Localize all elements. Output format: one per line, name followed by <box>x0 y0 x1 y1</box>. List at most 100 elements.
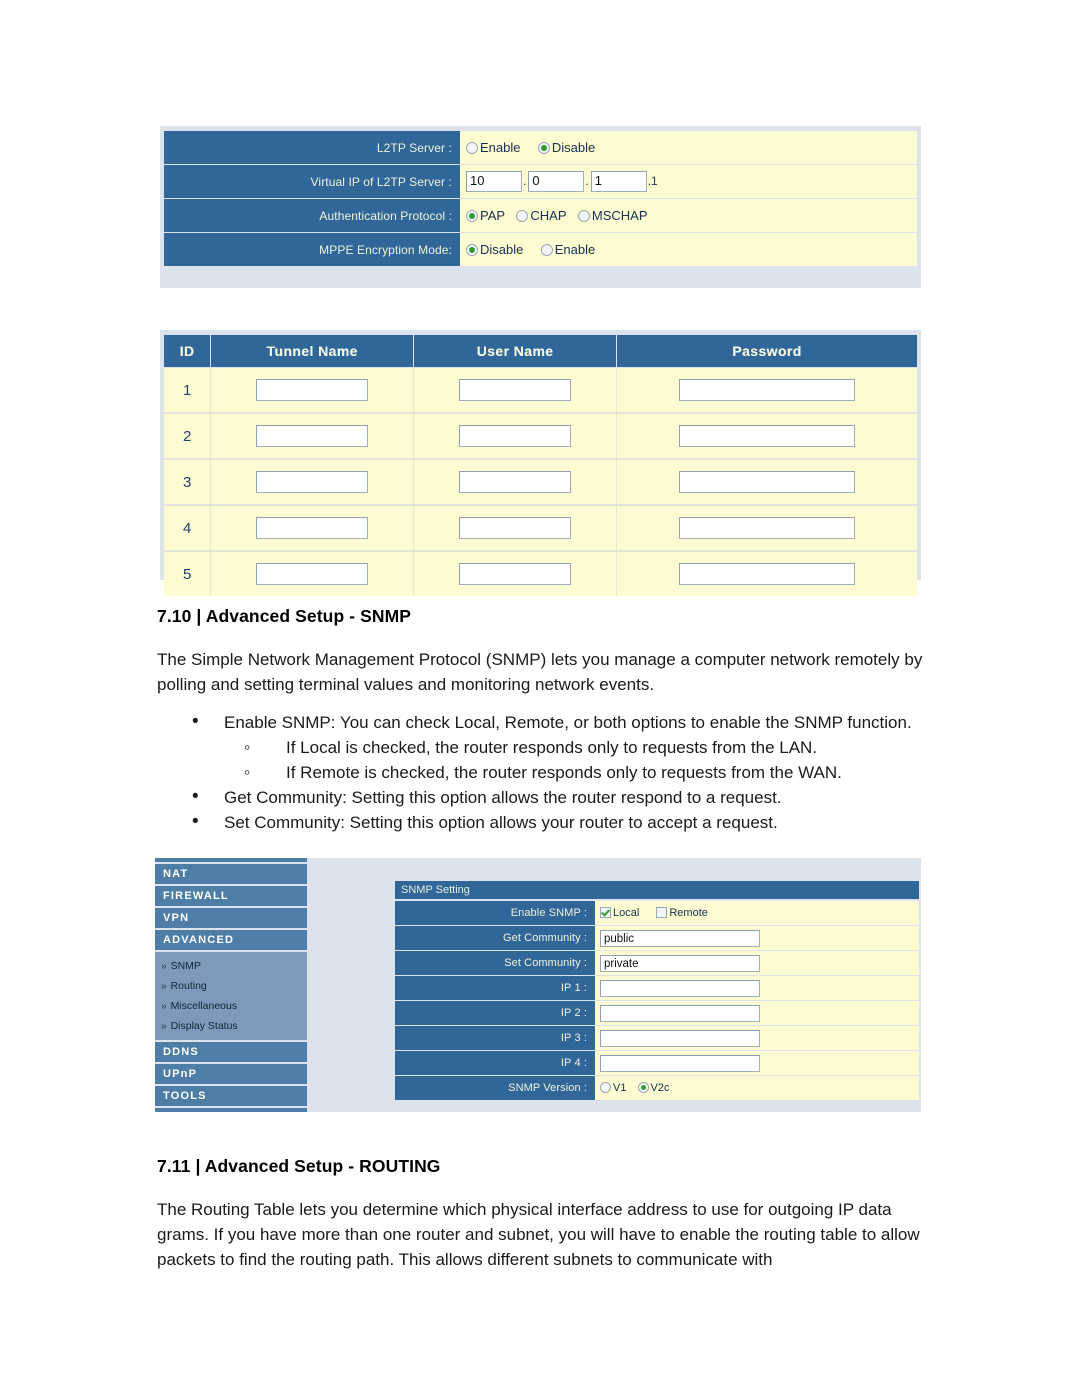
password-input[interactable] <box>679 379 856 401</box>
enable-snmp-remote-label: Remote <box>669 907 708 919</box>
snmp-version-v1-option[interactable]: V1 <box>600 1082 626 1094</box>
password-cell <box>616 413 917 458</box>
radio-checked-icon[interactable] <box>637 1082 649 1093</box>
auth-protocol-value: PAP CHAP MSCHAP <box>460 199 917 232</box>
ip2-row: IP 2 : <box>395 1001 919 1025</box>
mppe-disable-option[interactable]: Disable <box>466 242 523 257</box>
auth-protocol-mschap-option[interactable]: MSCHAP <box>577 208 648 223</box>
row-id: 1 <box>164 368 211 412</box>
sidebar-item-advanced[interactable]: ADVANCED <box>155 930 307 950</box>
ip3-label: IP 3 : <box>395 1026 595 1050</box>
snmp-settings-table: Enable SNMP : Local Remote Get Community… <box>395 900 919 1101</box>
enable-snmp-value: Local Remote <box>595 901 919 925</box>
enable-snmp-label: Enable SNMP : <box>395 901 595 925</box>
l2tp-settings-panel: L2TP Server : Enable Disable Virtual IP … <box>160 126 921 288</box>
sidebar-item-vpn[interactable]: VPN <box>155 908 307 928</box>
chevron-right-icon: » <box>161 1021 167 1032</box>
virtual-ip-octet-3-input[interactable]: 1 <box>590 171 647 192</box>
auth-protocol-pap-option[interactable]: PAP <box>466 208 505 223</box>
sidebar-item-display-status-label: Display Status <box>170 1020 238 1032</box>
auth-protocol-row: Authentication Protocol : PAP CHAP MSCHA… <box>164 199 917 232</box>
set-community-input[interactable]: private <box>600 954 760 972</box>
table-row: 1 <box>164 368 917 412</box>
l2tp-server-disable-option[interactable]: Disable <box>537 140 595 155</box>
auth-protocol-chap-option[interactable]: CHAP <box>516 208 567 223</box>
virtual-ip-octet-1-input[interactable]: 10 <box>466 171 522 192</box>
password-input[interactable] <box>679 471 856 493</box>
virtual-ip-suffix: .1 <box>647 173 658 188</box>
sidebar-item-routing[interactable]: » Routing <box>155 976 307 996</box>
tunnel-name-input[interactable] <box>256 425 369 447</box>
ip2-input[interactable] <box>600 1004 760 1022</box>
mppe-enable-option[interactable]: Enable <box>540 242 595 257</box>
radio-checked-icon[interactable] <box>466 210 478 222</box>
ip1-row: IP 1 : <box>395 976 919 1000</box>
mppe-disable-label: Disable <box>480 242 524 257</box>
auth-protocol-mschap-label: MSCHAP <box>591 208 648 223</box>
list-item: Set Community: Setting this option allow… <box>186 809 946 835</box>
enable-snmp-remote-option[interactable]: Remote <box>656 907 708 919</box>
sidebar-item-ddns[interactable]: DDNS <box>155 1042 307 1062</box>
sidebar-item-firewall[interactable]: FIREWALL <box>155 886 307 906</box>
checkbox-checked-icon[interactable] <box>600 907 611 918</box>
radio-unchecked-icon[interactable] <box>466 142 478 154</box>
ip4-input[interactable] <box>600 1054 760 1072</box>
mppe-encryption-row: MPPE Encryption Mode: Disable Enable <box>164 233 917 266</box>
sidebar-item-upnp[interactable]: UPnP <box>155 1064 307 1084</box>
password-input[interactable] <box>679 517 856 539</box>
get-community-input[interactable]: public <box>600 929 760 947</box>
snmp-version-value: V1 V2c <box>595 1076 919 1100</box>
ip4-row: IP 4 : <box>395 1051 919 1075</box>
get-community-row: Get Community : public <box>395 926 919 950</box>
row-id: 3 <box>164 459 211 504</box>
radio-unchecked-icon[interactable] <box>516 210 529 222</box>
user-name-input[interactable] <box>459 471 572 493</box>
user-name-input[interactable] <box>459 379 572 401</box>
checkbox-unchecked-icon[interactable] <box>656 907 668 918</box>
snmp-version-v2c-option[interactable]: V2c <box>637 1082 670 1094</box>
radio-checked-icon[interactable] <box>537 142 550 154</box>
sidebar-item-miscellaneous-label: Miscellaneous <box>170 1000 238 1012</box>
tunnel-name-cell <box>210 413 414 458</box>
l2tp-server-label: L2TP Server : <box>164 131 460 164</box>
tunnel-name-input[interactable] <box>256 517 369 539</box>
row-id: 5 <box>164 551 211 596</box>
radio-checked-icon[interactable] <box>466 244 478 256</box>
snmp-version-row: SNMP Version : V1 V2c <box>395 1076 919 1100</box>
sidebar-item-snmp[interactable]: » SNMP <box>155 956 307 976</box>
auth-protocol-label: Authentication Protocol : <box>164 199 460 232</box>
l2tp-server-enable-option[interactable]: Enable <box>466 140 520 155</box>
tunnel-name-input[interactable] <box>256 471 369 493</box>
password-input[interactable] <box>679 425 856 447</box>
list-item: Enable SNMP: You can check Local, Remote… <box>186 709 946 735</box>
password-input[interactable] <box>679 563 856 585</box>
user-name-cell <box>413 368 617 412</box>
ip1-input[interactable] <box>600 979 760 997</box>
sidebar-item-tools[interactable]: TOOLS <box>155 1086 307 1106</box>
user-name-input[interactable] <box>459 425 572 447</box>
user-name-cell <box>413 505 617 550</box>
table-row: 3 <box>164 459 917 504</box>
sidebar-item-display-status[interactable]: » Display Status <box>155 1016 307 1036</box>
radio-unchecked-icon[interactable] <box>540 244 553 256</box>
virtual-ip-octet-2-input[interactable]: 0 <box>528 171 585 192</box>
radio-unchecked-icon[interactable] <box>600 1082 611 1093</box>
list-item: Get Community: Setting this option allow… <box>186 784 946 810</box>
user-name-input[interactable] <box>459 517 572 539</box>
sidebar-item-snmp-label: SNMP <box>170 960 201 972</box>
ip3-input[interactable] <box>600 1029 760 1047</box>
enable-snmp-local-option[interactable]: Local <box>600 907 639 919</box>
sidebar-item-status[interactable]: STATUS <box>155 1108 307 1112</box>
sidebar-item-miscellaneous[interactable]: » Miscellaneous <box>155 996 307 1016</box>
user-name-input[interactable] <box>459 563 572 585</box>
ip4-label: IP 4 : <box>395 1051 595 1075</box>
sidebar-subnav-advanced: » SNMP » Routing » Miscellaneous » Display S… <box>155 952 307 1040</box>
sidebar-item-nat[interactable]: NAT <box>155 864 307 884</box>
snmp-panel-title: SNMP Setting <box>395 881 919 899</box>
tunnel-name-input[interactable] <box>256 563 369 585</box>
radio-unchecked-icon[interactable] <box>577 210 590 222</box>
password-cell <box>616 551 917 596</box>
snmp-version-label: SNMP Version : <box>395 1076 595 1100</box>
tunnel-name-input[interactable] <box>256 379 369 401</box>
enable-snmp-row: Enable SNMP : Local Remote <box>395 901 919 925</box>
